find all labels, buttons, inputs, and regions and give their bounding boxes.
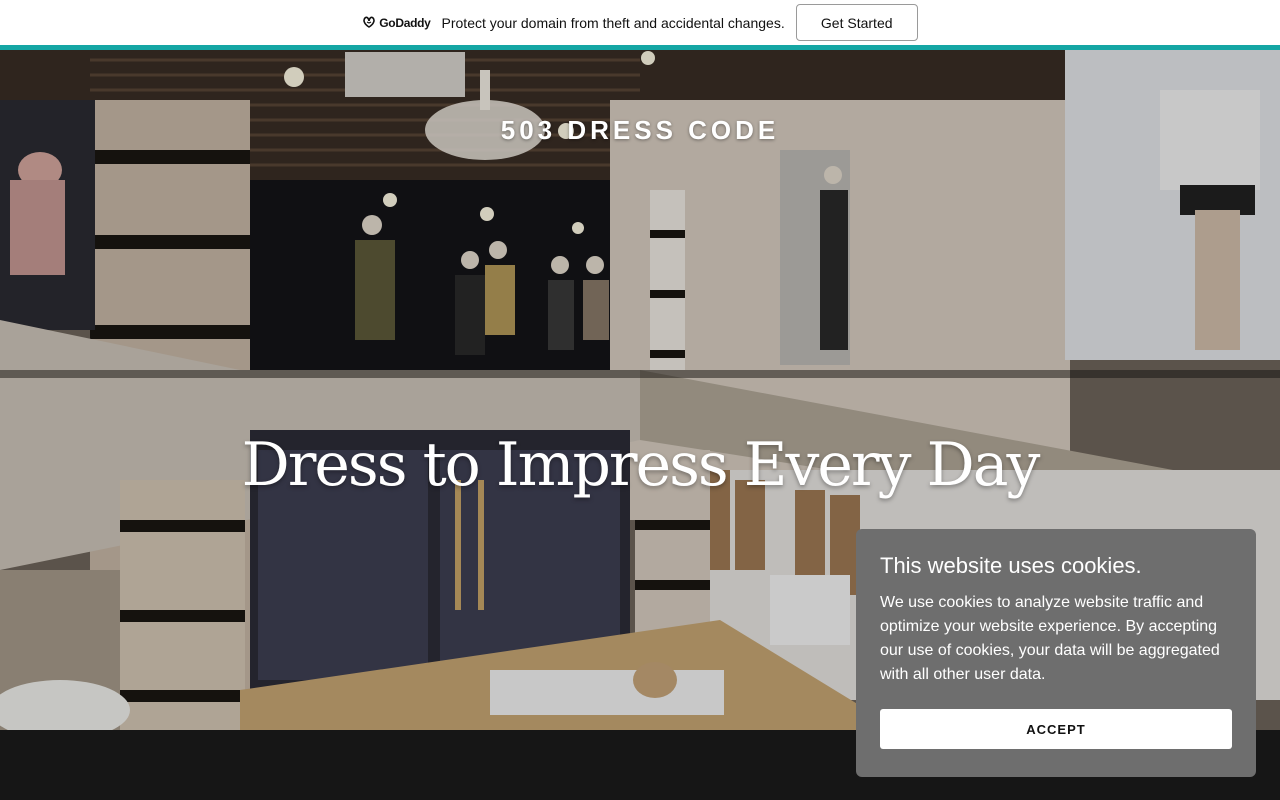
cookie-banner: This website uses cookies. We use cookie… bbox=[856, 529, 1256, 777]
promo-text: Protect your domain from theft and accid… bbox=[441, 14, 785, 31]
get-started-button[interactable]: Get Started bbox=[795, 4, 918, 41]
godaddy-icon bbox=[363, 16, 375, 28]
brand-name: GoDaddy bbox=[379, 15, 431, 30]
cookie-title: This website uses cookies. bbox=[880, 553, 1142, 578]
cookie-body: We use cookies to analyze website traffi… bbox=[880, 594, 1220, 683]
site-title[interactable]: 503 DRESS CODE bbox=[0, 115, 1280, 146]
hero-heading: Dress to Impress Every Day bbox=[241, 430, 1041, 500]
accept-cookies-button[interactable]: ACCEPT bbox=[880, 709, 1232, 749]
godaddy-logo[interactable]: GoDaddy bbox=[362, 15, 431, 30]
promo-bar: GoDaddy Protect your domain from theft a… bbox=[0, 0, 1280, 45]
